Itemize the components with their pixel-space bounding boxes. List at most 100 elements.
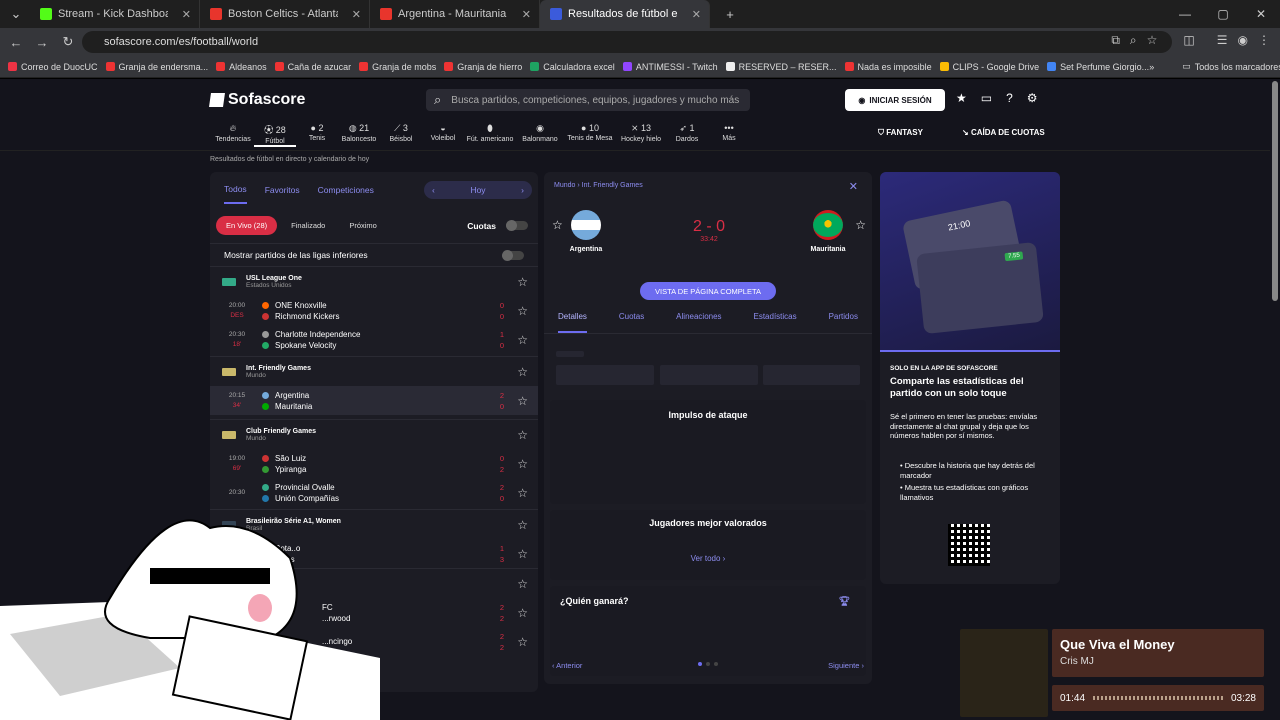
close-icon[interactable]: ✕ xyxy=(849,180,858,193)
back-icon[interactable]: ← xyxy=(4,35,28,50)
tab-search-icon[interactable]: ⌄ xyxy=(2,6,30,22)
favorite-star-icon[interactable]: ☆ xyxy=(517,275,528,289)
sport-tab[interactable]: ● 10 Tenis de Mesa xyxy=(564,123,616,147)
bookmark-item[interactable]: RESERVED – RESER... xyxy=(725,62,837,72)
bookmark-star-icon[interactable]: ☆ xyxy=(1147,33,1158,48)
favorite-away-star-icon[interactable]: ☆ xyxy=(855,218,866,232)
bookmark-item[interactable]: Correo de DuocUC xyxy=(8,62,98,72)
bookmark-item[interactable]: Nada es imposible xyxy=(844,62,932,72)
tab-todos[interactable]: Todos xyxy=(224,184,247,204)
tab-favoritos[interactable]: Favoritos xyxy=(265,185,300,195)
close-tab-icon[interactable]: ✕ xyxy=(182,8,191,21)
breadcrumb[interactable]: Mundo › Int. Friendly Games xyxy=(554,182,643,189)
bookmark-item[interactable]: Granja de mobs xyxy=(359,62,436,72)
tab-matches[interactable]: Partidos xyxy=(829,312,858,333)
sport-tab[interactable]: ⟋ 3 Béisbol xyxy=(380,123,422,147)
bookmark-item[interactable]: Caña de azucar xyxy=(274,62,351,72)
close-tab-icon[interactable]: ✕ xyxy=(522,8,531,21)
league-header[interactable]: USL League One Estados Unidos ☆ xyxy=(210,266,538,296)
favorite-star-icon[interactable]: ☆ xyxy=(517,457,528,471)
bookmark-item[interactable]: Granja de endersma... xyxy=(105,62,208,72)
browser-tab-active[interactable]: Resultados de fútbol en directo✕ xyxy=(540,0,710,28)
full-page-view-button[interactable]: VISTA DE PÁGINA COMPLETA xyxy=(640,282,776,300)
zoom-icon[interactable]: ⌕ xyxy=(1130,33,1137,48)
filter-upcoming-chip[interactable]: Próximo xyxy=(339,216,387,235)
all-bookmarks-folder[interactable]: ▭ Todos los marcadores xyxy=(1182,61,1280,72)
bookmark-item[interactable]: ANTIMESSI - Twitch xyxy=(622,62,718,72)
match-row-selected[interactable]: 20:15 34' Argentina Mauritania 20 ☆ xyxy=(210,386,538,415)
sport-tab[interactable]: ◒ Voleibol xyxy=(422,123,464,147)
filter-finished-chip[interactable]: Finalizado xyxy=(281,216,335,235)
close-tab-icon[interactable]: ✕ xyxy=(352,8,361,21)
sport-tab[interactable]: ◍ 21 Baloncesto xyxy=(338,123,380,147)
bookmark-item[interactable]: Granja de hierro xyxy=(444,62,522,72)
sport-tab[interactable]: ⨯ 13 Hockey hielo xyxy=(616,123,666,147)
profile-avatar[interactable]: ◉ xyxy=(1238,33,1248,48)
bookmark-item[interactable]: CLIPS - Google Drive xyxy=(939,62,1039,72)
favorite-star-icon[interactable]: ☆ xyxy=(517,394,528,408)
league-header[interactable]: Club Friendly Games Mundo ☆ xyxy=(210,419,538,449)
help-icon[interactable]: ? xyxy=(1006,91,1013,105)
match-row[interactable]: 19:00 69' São Luiz Ypiranga 02 ☆ xyxy=(210,449,538,478)
fantasy-link[interactable]: ⛉ FANTASY xyxy=(878,128,923,138)
previous-button[interactable]: ‹ Anterior xyxy=(552,661,582,670)
browser-tab[interactable]: Stream - Kick Dashboard✕ xyxy=(30,0,200,28)
new-tab-button[interactable]: + xyxy=(718,7,742,22)
media-icon[interactable]: ☰ xyxy=(1217,33,1228,48)
match-row[interactable]: 20:30 18' Charlotte Independence Spokane V… xyxy=(210,325,538,354)
address-bar[interactable]: sofascore.com/es/football/world xyxy=(82,31,1172,53)
see-all-link[interactable]: Ver todo › xyxy=(550,554,866,563)
bookmark-item[interactable]: Calculadora excel xyxy=(530,62,615,72)
more-bookmarks-icon[interactable]: » xyxy=(1149,62,1154,72)
search-input[interactable]: ⌕ Busca partidos, competiciones, equipos,… xyxy=(426,89,750,111)
favorite-star-icon[interactable]: ☆ xyxy=(517,486,528,500)
odds-drop-link[interactable]: ↘ CAÍDA DE CUOTAS xyxy=(962,128,1045,137)
sofascore-logo[interactable]: Sofascore xyxy=(209,91,305,109)
favorite-star-icon[interactable]: ☆ xyxy=(517,518,528,532)
sport-tab-active[interactable]: ⚽︎ 28 Fútbol xyxy=(254,123,296,147)
sport-tab[interactable]: ◉ Balonmano xyxy=(516,123,564,147)
sport-tab[interactable]: ● 2 Tenis xyxy=(296,123,338,147)
sport-tab[interactable]: ➶ 1 Dardos xyxy=(666,123,708,147)
favorites-star-icon[interactable]: ★ xyxy=(956,91,967,105)
favorite-star-icon[interactable]: ☆ xyxy=(517,365,528,379)
sport-tab[interactable]: ⬮ Fút. americano xyxy=(464,123,516,147)
extensions-icon[interactable]: ◫ xyxy=(1183,33,1194,48)
bookmark-item[interactable]: Set Perfume Giorgio... xyxy=(1047,62,1149,72)
sport-tab[interactable]: 🔥︎ Tendencias xyxy=(212,123,254,147)
match-row[interactable]: 20:00 DES ONE Knoxville Richmond Kickers 0… xyxy=(210,296,538,325)
favorite-home-star-icon[interactable]: ☆ xyxy=(552,218,563,232)
reload-icon[interactable]: ↻ xyxy=(56,34,80,50)
favorite-star-icon[interactable]: ☆ xyxy=(517,428,528,442)
favorite-star-icon[interactable]: ☆ xyxy=(517,547,528,561)
install-app-icon[interactable]: ⧉ xyxy=(1111,33,1120,48)
next-button[interactable]: Siguiente › xyxy=(828,661,864,670)
lower-leagues-toggle[interactable] xyxy=(502,249,524,261)
qr-code[interactable] xyxy=(948,524,990,566)
minimize-window-button[interactable]: — xyxy=(1166,0,1204,28)
league-header[interactable]: Int. Friendly Games Mundo ☆ xyxy=(210,356,538,386)
favorite-star-icon[interactable]: ☆ xyxy=(517,304,528,318)
tab-lineups[interactable]: Alineaciones xyxy=(676,312,721,333)
maximize-window-button[interactable]: ▢ xyxy=(1204,0,1242,28)
tab-odds[interactable]: Cuotas xyxy=(619,312,644,333)
filter-live-chip[interactable]: En Vivo (28) xyxy=(216,216,278,235)
day-selector[interactable]: ‹ Hoy › xyxy=(424,181,532,199)
favorite-star-icon[interactable]: ☆ xyxy=(517,635,528,649)
home-team[interactable]: Argentina xyxy=(566,210,606,253)
tab-details[interactable]: Detalles xyxy=(558,312,587,333)
sport-tab-more[interactable]: ••• Más xyxy=(708,123,750,147)
settings-gear-icon[interactable]: ⚙ xyxy=(1027,91,1038,105)
browser-tab[interactable]: Argentina - Mauritania Apuesta✕ xyxy=(370,0,540,28)
tv-icon[interactable]: ▭ xyxy=(981,91,992,105)
tab-statistics[interactable]: Estadísticas xyxy=(754,312,797,333)
favorite-star-icon[interactable]: ☆ xyxy=(517,333,528,347)
favorite-star-icon[interactable]: ☆ xyxy=(517,606,528,620)
favorite-star-icon[interactable]: ☆ xyxy=(517,577,528,591)
odds-toggle[interactable] xyxy=(506,220,528,231)
menu-icon[interactable]: ⋮ xyxy=(1258,33,1270,48)
bookmark-item[interactable]: Aldeanos xyxy=(216,62,267,72)
login-button[interactable]: ◉ INICIAR SESIÓN xyxy=(845,89,945,111)
tab-competiciones[interactable]: Competiciones xyxy=(318,185,374,195)
away-team[interactable]: Mauritania xyxy=(806,210,850,253)
